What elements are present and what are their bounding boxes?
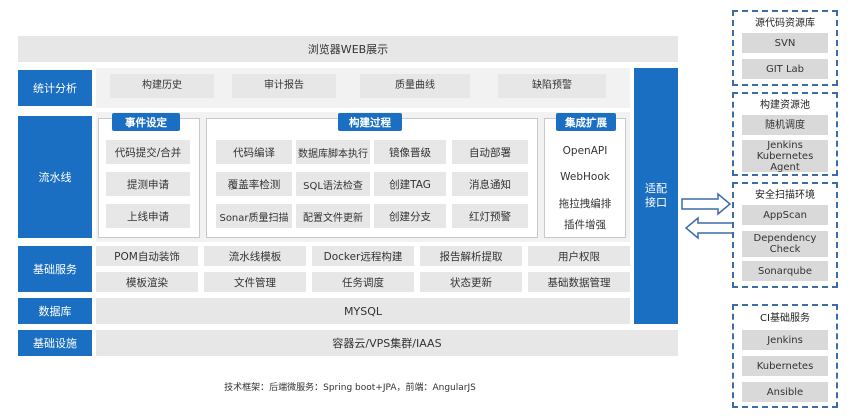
browser-web-bar: 浏览器WEB展示	[18, 36, 678, 62]
build-auto-deploy: 自动部署	[452, 140, 528, 164]
stats-label: 统计分析	[18, 70, 92, 106]
build-process-title: 构建过程	[338, 113, 402, 131]
base-status-update: 状态更新	[420, 272, 522, 292]
security-sonarqube: Sonarqube	[742, 261, 828, 281]
ci-ansible: Ansible	[742, 382, 828, 402]
tech-stack-footer: 技术框架：后端微服务：Spring boot+JPA，前端：AngularJS	[224, 383, 476, 393]
infrastructure-value: 容器云/VPS集群/IAAS	[96, 330, 678, 356]
build-compile: 代码编译	[216, 140, 292, 164]
event-test-request: 提测申请	[106, 172, 190, 196]
event-settings-title: 事件设定	[112, 113, 180, 131]
security-appscan: AppScan	[742, 205, 828, 225]
ci-kubernetes: Kubernetes	[742, 356, 828, 376]
integration-webhook: WebHook	[560, 171, 610, 183]
build-image-promote: 镜像晋级	[374, 140, 446, 164]
base-services-label: 基础服务	[18, 246, 92, 292]
database-label: 数据库	[18, 298, 92, 324]
build-create-branch: 创建分支	[374, 204, 446, 228]
arrow-left-icon	[684, 216, 735, 240]
source-svn: SVN	[742, 33, 828, 53]
stats-defect-warning: 缺陷预警	[498, 74, 606, 98]
stats-audit-report: 审计报告	[232, 74, 336, 98]
build-create-tag: 创建TAG	[374, 172, 446, 196]
pipeline-label: 流水线	[18, 116, 92, 238]
build-sql-check: SQL语法检查	[296, 172, 370, 196]
source-gitlab: GIT Lab	[742, 59, 828, 79]
integration-plugin: 插件增强	[564, 218, 606, 231]
integration-title: 集成扩展	[556, 113, 616, 131]
database-mysql: MYSQL	[96, 298, 630, 324]
build-db-script: 数据库脚本执行	[296, 140, 370, 164]
build-notify: 消息通知	[452, 172, 528, 196]
arrow-right-icon	[681, 192, 732, 216]
base-file-management: 文件管理	[204, 272, 306, 292]
security-scan-title: 安全扫描环境	[755, 190, 815, 201]
build-sonar-scan: Sonar质量扫描	[216, 204, 292, 228]
adapter-interface: 适配接口	[634, 68, 678, 324]
source-repo-title: 源代码资源库	[755, 18, 815, 29]
base-task-schedule: 任务调度	[312, 272, 414, 292]
base-docker-build: Docker远程构建	[312, 246, 414, 266]
build-config-update: 配置文件更新	[296, 204, 370, 228]
base-pom: POM自动装饰	[96, 246, 198, 266]
stats-quality-curve: 质量曲线	[360, 74, 470, 98]
infrastructure-label: 基础设施	[18, 330, 92, 356]
event-code-commit: 代码提交/合并	[106, 140, 190, 164]
base-data-management: 基础数据管理	[528, 272, 630, 292]
security-dependency-check: Dependency Check	[742, 231, 828, 257]
base-report-parse: 报告解析提取	[420, 246, 522, 266]
integration-drag-orchestrate: 拖拉拽编排	[558, 197, 612, 210]
ci-jenkins: Jenkins	[742, 330, 828, 350]
build-pool-jenkins-k8s-agent: Jenkins Kubernetes Agent	[742, 140, 828, 173]
adapter-arrows	[681, 192, 735, 240]
build-pool-random-schedule: 随机调度	[742, 115, 828, 135]
base-template-render: 模板渲染	[96, 272, 198, 292]
ci-base-title: CI基础服务	[760, 313, 810, 324]
stats-build-history: 构建历史	[110, 74, 214, 98]
build-pool-title: 构建资源池	[760, 100, 810, 111]
build-red-alert: 红灯预警	[452, 204, 528, 228]
base-pipeline-template: 流水线模板	[204, 246, 306, 266]
base-user-permission: 用户权限	[528, 246, 630, 266]
event-release-request: 上线申请	[106, 204, 190, 228]
build-coverage: 覆盖率检测	[216, 172, 292, 196]
integration-openapi: OpenAPI	[562, 145, 608, 157]
